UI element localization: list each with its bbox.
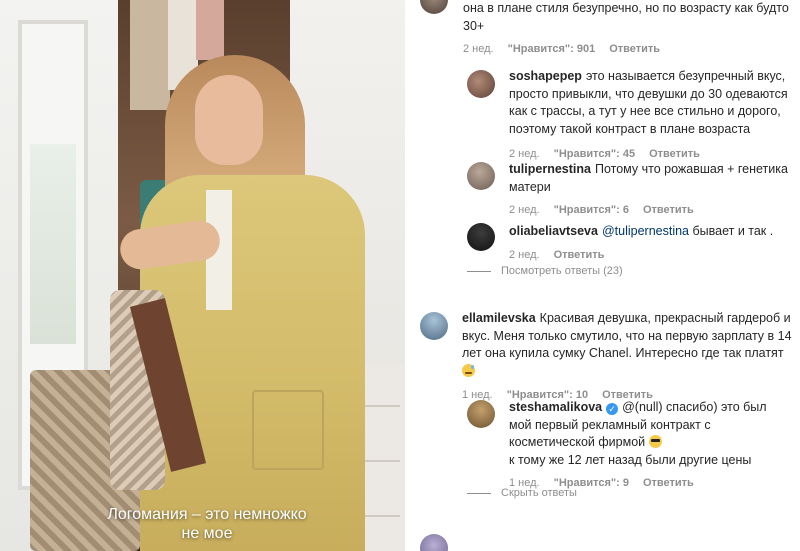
- divider-line: [467, 270, 491, 272]
- username[interactable]: ellamilevska: [462, 311, 536, 325]
- avatar[interactable]: [420, 312, 448, 340]
- comment-meta: 2 нед. Ответить: [509, 247, 794, 265]
- verified-badge-icon: ✓: [606, 403, 619, 415]
- avatar[interactable]: [467, 400, 495, 428]
- avatar[interactable]: [420, 534, 448, 551]
- hide-replies-button[interactable]: Скрыть ответы: [467, 487, 577, 499]
- comments-panel[interactable]: она в плане стиля безупречно, но по возр…: [405, 0, 800, 551]
- username[interactable]: steshamalikova: [509, 400, 602, 414]
- reply-button[interactable]: Ответить: [609, 41, 660, 59]
- likes-count[interactable]: "Нравится": 6: [554, 202, 629, 220]
- sweat-smile-emoji-icon: [462, 363, 475, 377]
- reply-button[interactable]: Ответить: [643, 202, 694, 220]
- hanging-clothes: [130, 0, 170, 110]
- comment-meta: 2 нед. "Нравится": 901 Ответить: [463, 41, 793, 59]
- avatar[interactable]: [467, 223, 495, 251]
- comment-reply: steshamalikova ✓ @(null) спасибо) это был …: [509, 399, 784, 493]
- sunglasses-emoji-icon: [648, 435, 662, 448]
- divider-line: [467, 492, 491, 494]
- video-caption: Логомания – это немножко не мое: [62, 505, 352, 543]
- comment-reply: oliabeliavtseva @tulipernestina бывает и …: [509, 223, 794, 264]
- comment-text-2: к тому же 12 лет назад были другие цены: [509, 452, 752, 467]
- comment: ellamilevska Красивая девушка, прекрасный…: [462, 310, 797, 405]
- avatar[interactable]: [420, 0, 448, 14]
- reply-button[interactable]: Ответить: [554, 247, 605, 265]
- comment-reply: soshapерер это называется безупречный вку…: [509, 68, 794, 164]
- video-frame[interactable]: Логомания – это немножко не мое: [0, 0, 405, 551]
- likes-count[interactable]: "Нравится": 901: [508, 41, 596, 59]
- avatar[interactable]: [467, 162, 495, 190]
- avatar[interactable]: [467, 70, 495, 98]
- reply-button[interactable]: Ответить: [643, 475, 694, 493]
- caption-line-1: Логомания – это немножко: [107, 506, 307, 523]
- comment-meta: 2 нед. "Нравится": 6 Ответить: [509, 202, 794, 220]
- comment-reply: tulipernestina Потому что рожавшая + гене…: [509, 161, 794, 220]
- mention-link[interactable]: @tulipernestina: [602, 224, 689, 238]
- comment-text: она в плане стиля безупречно, но по возр…: [463, 1, 789, 33]
- comment-time: 2 нед.: [463, 43, 494, 55]
- comment-time: 2 нед.: [509, 204, 540, 216]
- hide-replies-label: Скрыть ответы: [501, 487, 577, 499]
- woman-face: [195, 75, 263, 165]
- comment-text: бывает и так .: [692, 224, 774, 238]
- view-replies-button[interactable]: Посмотреть ответы (23): [467, 265, 623, 277]
- comment-top: она в плане стиля безупречно, но по возр…: [463, 0, 793, 59]
- jacket-pocket: [252, 390, 324, 470]
- username[interactable]: tulipernestina: [509, 162, 591, 176]
- username[interactable]: oliabeliavtseva: [509, 224, 598, 238]
- hanging-clothes: [196, 0, 224, 60]
- caption-line-2: не мое: [181, 525, 233, 542]
- username[interactable]: soshapерер: [509, 69, 582, 83]
- view-replies-label: Посмотреть ответы (23): [501, 265, 623, 277]
- comment-time: 2 нед.: [509, 248, 540, 261]
